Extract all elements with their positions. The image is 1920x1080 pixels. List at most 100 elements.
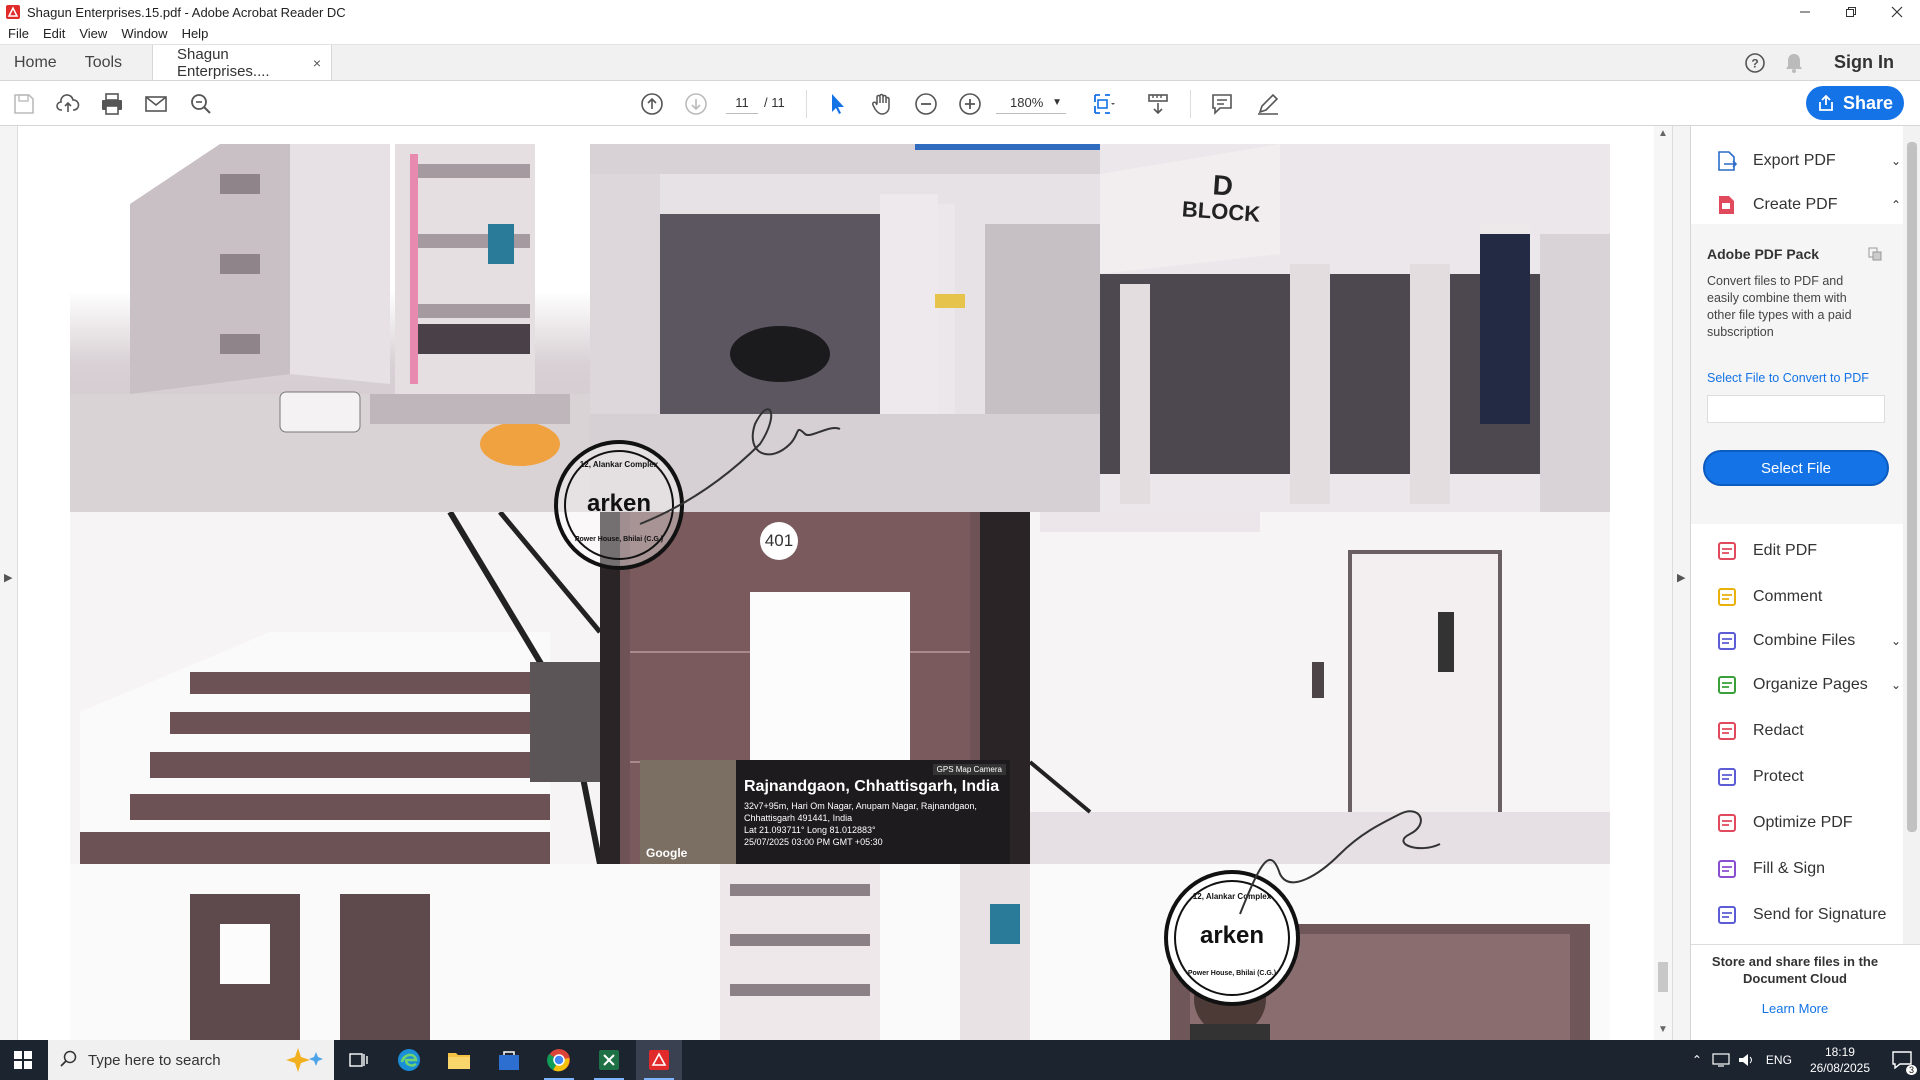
next-page-button[interactable] [682,90,710,118]
tool-create-pdf[interactable]: Create PDF ⌃ [1715,190,1901,220]
zoom-in-button[interactable] [956,90,984,118]
page-display-button[interactable] [1090,90,1118,118]
zoom-search-icon [191,94,211,114]
zoom-level-select[interactable]: 180% ▼ [996,92,1066,114]
chrome-button[interactable] [536,1040,582,1080]
clock[interactable]: 18:19 26/08/2025 [1810,1044,1870,1076]
tool-edit-pdf[interactable]: Edit PDF [1715,536,1901,566]
menu-view[interactable]: View [79,26,107,41]
cloud-promo-text: Store and share files in the Document Cl… [1711,954,1879,986]
chevron-down-icon: ⌄ [1890,678,1901,692]
photo-flat-door-401: 401 Google GPS Map Camera Rajnandgaon, C… [600,512,1030,864]
minimize-icon [1800,11,1810,13]
excel-icon [599,1050,619,1070]
close-window-button[interactable] [1874,0,1920,24]
email-button[interactable] [142,90,170,118]
scrollbar-thumb[interactable] [1907,142,1917,832]
menu-edit[interactable]: Edit [43,26,65,41]
title-bar: Shagun Enterprises.15.pdf - Adobe Acroba… [0,0,1920,24]
help-icon[interactable]: ? [1744,52,1766,74]
minimize-button[interactable] [1782,0,1828,24]
excel-button[interactable] [586,1040,632,1080]
folder-icon [448,1053,470,1069]
left-pane-toggle[interactable]: ▶ [0,126,18,1040]
google-label: Google [646,846,688,860]
task-view-button[interactable] [336,1040,382,1080]
share-button[interactable]: Share [1806,86,1904,120]
scrolling-mode-button[interactable] [1144,90,1172,118]
taskbar-search[interactable]: Type here to search [48,1040,334,1080]
scroll-down-icon[interactable]: ▼ [1658,1024,1668,1035]
plus-circle-icon [959,93,981,115]
document-scrollbar[interactable]: ▲ ▼ [1654,126,1672,1040]
menu-window[interactable]: Window [121,26,167,41]
gps-location-title: Rajnandgaon, Chhattisgarh, India [744,778,1000,795]
tool-protect[interactable]: Protect [1715,762,1901,792]
menu-file[interactable]: File [8,26,29,41]
right-pane-toggle[interactable]: ▶ [1672,126,1690,1040]
tab-tools[interactable]: Tools [71,45,136,80]
file-explorer-button[interactable] [436,1040,482,1080]
network-icon[interactable] [1712,1053,1730,1067]
start-button[interactable] [0,1040,46,1080]
highlight-button[interactable] [1254,90,1282,118]
edge-browser-button[interactable] [386,1040,432,1080]
hand-tool-button[interactable] [868,90,896,118]
tool-optimize-pdf[interactable]: Optimize PDF [1715,808,1901,838]
input-language[interactable]: ENG [1766,1053,1792,1067]
save-button[interactable] [10,90,38,118]
notification-count: 3 [1905,1065,1917,1075]
tool-organize-pages[interactable]: Organize Pages ⌄ [1715,670,1901,700]
tool-redact[interactable]: Redact [1715,716,1901,746]
volume-icon[interactable] [1738,1053,1756,1067]
tool-comment[interactable]: Comment [1715,582,1901,612]
file-path-field[interactable] [1707,395,1885,423]
store-icon [499,1051,519,1070]
tab-home[interactable]: Home [0,45,71,80]
select-file-button[interactable]: Select File [1703,450,1889,486]
tools-pane: Export PDF ⌄ Create PDF ⌃ Adobe PDF Pack… [1690,126,1920,1040]
menu-help[interactable]: Help [182,26,209,41]
restore-button[interactable] [1828,0,1874,24]
signature-mark [639,408,841,525]
scroll-up-icon[interactable]: ▲ [1658,128,1668,139]
clock-date: 26/08/2025 [1809,1061,1870,1075]
photo-building-side [600,864,1030,1040]
notification-bell-icon[interactable] [1784,52,1804,74]
find-button[interactable] [187,90,215,118]
tool-fill-sign[interactable]: Fill & Sign [1715,854,1901,884]
search-highlight-icon [286,1048,323,1072]
tool-send-for-signature[interactable]: Send for Signature [1715,900,1901,930]
tool-label: Protect [1753,768,1804,785]
tab-document-label: Shagun Enterprises.... [177,45,270,80]
acrobat-taskbar-button[interactable] [636,1040,682,1080]
learn-more-link[interactable]: Learn More [1705,1001,1885,1016]
tab-document[interactable]: Shagun Enterprises.... × [152,45,333,80]
arrow-up-circle-icon [641,93,663,115]
comment-button[interactable] [1208,90,1236,118]
upload-cloud-button[interactable] [54,90,82,118]
page-number-input[interactable]: 11 [726,92,758,114]
store-button[interactable] [486,1040,532,1080]
tools-scrollbar[interactable] [1903,126,1920,944]
organize-pages-icon [1715,673,1739,697]
cloud-upload-icon [56,94,80,112]
print-button[interactable] [98,90,126,118]
taskbar: Type here to search ⌃ ENG 18:19 26/08/20… [0,1040,1920,1080]
zoom-out-button[interactable] [912,90,940,118]
menu-bar: File Edit View Window Help [0,22,222,44]
show-hidden-icons-icon[interactable]: ⌃ [1692,1053,1702,1067]
select-file-link[interactable]: Select File to Convert to PDF [1707,371,1869,385]
copy-icon[interactable] [1867,246,1883,262]
tool-export-pdf[interactable]: Export PDF ⌄ [1715,146,1901,176]
stamp-text-bottom: Power House, Bhilai (C.G.) [1187,970,1277,977]
tool-combine-files[interactable]: Combine Files ⌄ [1715,626,1901,656]
scrollbar-thumb[interactable] [1658,962,1668,992]
tab-close-button[interactable]: × [313,55,321,71]
search-placeholder: Type here to search [88,1051,221,1069]
gps-stamp-overlay: Google GPS Map Camera Rajnandgaon, Chhat… [640,760,1010,864]
select-tool-button[interactable] [824,90,852,118]
sign-in-link[interactable]: Sign In [1834,52,1894,73]
notifications-button[interactable]: 3 [1884,1040,1920,1080]
previous-page-button[interactable] [638,90,666,118]
